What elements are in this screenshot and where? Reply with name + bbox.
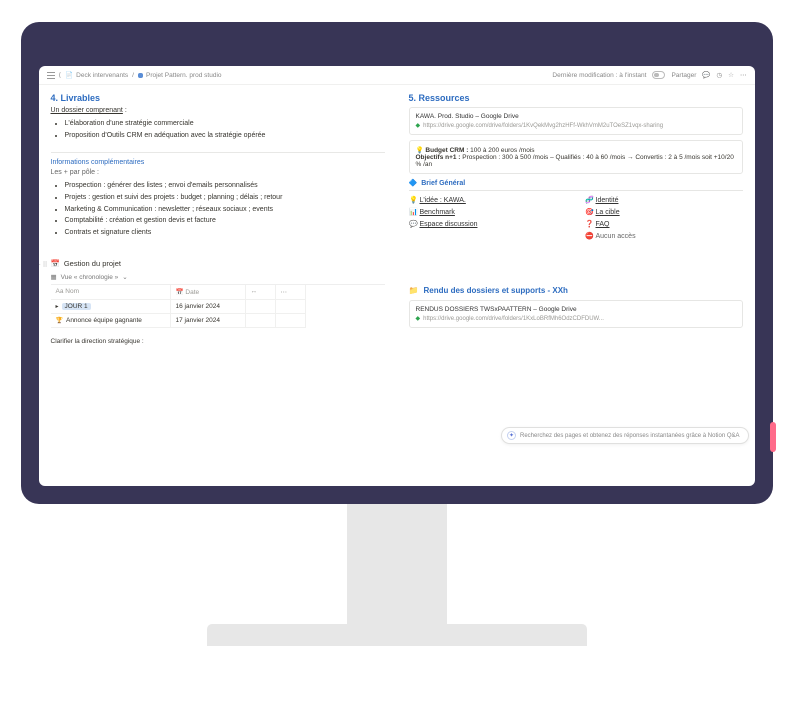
drive-card-2[interactable]: RENDUS DOSSIERS TWSxPAATTERN – Google Dr… bbox=[409, 300, 743, 328]
back-icon[interactable] bbox=[59, 71, 62, 79]
lightbulb-icon: 💡 bbox=[416, 147, 424, 154]
comment-icon[interactable]: 💬 bbox=[702, 71, 710, 79]
brief-links: 💡L'idée : KAWA. 🧬Identité 📊Benchmark 🎯La… bbox=[409, 196, 743, 240]
list-item: Prospection : générer des listes ; envoi… bbox=[65, 180, 385, 192]
drive-icon: ◆ bbox=[416, 316, 421, 322]
budget-card: 💡 Budget CRM : 100 à 200 euros /mois Obj… bbox=[409, 140, 743, 174]
breadcrumb-1[interactable]: 📄Deck intervenants bbox=[65, 71, 128, 79]
list-item: Proposition d'Outils CRM en adéquation a… bbox=[65, 130, 385, 142]
ressources-heading: 5. Ressources bbox=[409, 93, 743, 103]
table-row[interactable]: ▸JOUR 1 16 janvier 2024 bbox=[51, 300, 385, 314]
share-button[interactable]: Partager bbox=[671, 72, 696, 79]
list-item: Contrats et signature clients bbox=[65, 227, 385, 239]
diamond-icon: 🔷 bbox=[409, 179, 418, 187]
drive-icon: ◆ bbox=[416, 123, 421, 129]
sparkle-icon: ✦ bbox=[507, 431, 516, 440]
expand-icon[interactable]: ▸ bbox=[56, 303, 59, 310]
col-more[interactable]: ⋯ bbox=[276, 285, 306, 300]
col-extra[interactable]: ↔ bbox=[246, 285, 276, 300]
link-faq[interactable]: ❓FAQ bbox=[585, 220, 743, 228]
list-item: Marketing & Communication : newsletter ;… bbox=[65, 204, 385, 216]
dossier-line: Un dossier comprenant : bbox=[51, 107, 385, 114]
project-table: Aa Nom 📅 Date ↔ ⋯ ▸JOUR 1 16 janvier 202… bbox=[51, 284, 385, 328]
toggle[interactable] bbox=[652, 71, 665, 79]
link-benchmark[interactable]: 📊Benchmark bbox=[409, 208, 567, 216]
link-discussion[interactable]: 💬Espace discussion bbox=[409, 220, 567, 228]
no-access: ⛔Aucun accès bbox=[585, 232, 743, 240]
drive-card-1[interactable]: KAWA. Prod. Studio – Google Drive ◆https… bbox=[409, 107, 743, 135]
project-page-title[interactable]: 📅 Gestion du projet bbox=[51, 259, 385, 268]
more-icon[interactable]: ⋯ bbox=[740, 71, 747, 79]
plus-label: Les + par pôle : bbox=[51, 169, 385, 176]
chevron-down-icon[interactable]: ⌄ bbox=[122, 273, 127, 281]
drag-handle[interactable]: + ⠿ bbox=[39, 261, 48, 269]
link-idee[interactable]: 💡L'idée : KAWA. bbox=[409, 196, 567, 204]
menu-icon[interactable] bbox=[47, 72, 55, 79]
list-item: L'élaboration d'une stratégie commercial… bbox=[65, 118, 385, 130]
clock-icon[interactable]: ◷ bbox=[717, 71, 723, 79]
col-date[interactable]: 📅 Date bbox=[171, 285, 246, 300]
livrables-list: L'élaboration d'une stratégie commercial… bbox=[51, 118, 385, 142]
link-cible[interactable]: 🎯La cible bbox=[585, 208, 743, 216]
table-row[interactable]: 🏆Annonce équipe gagnante 17 janvier 2024 bbox=[51, 314, 385, 328]
link-identite[interactable]: 🧬Identité bbox=[585, 196, 743, 204]
trophy-icon: 🏆 bbox=[56, 317, 63, 324]
col-name[interactable]: Aa Nom bbox=[51, 285, 171, 300]
calendar-icon: 📅 bbox=[51, 259, 60, 268]
folder-icon: 📁 bbox=[409, 286, 419, 295]
info-list: Prospection : générer des listes ; envoi… bbox=[51, 180, 385, 239]
clarify-text: Clarifier la direction stratégique : bbox=[51, 338, 385, 345]
livrables-heading: 4. Livrables bbox=[51, 93, 385, 103]
breadcrumb-2[interactable]: Projet Pattern. prod studio bbox=[138, 72, 222, 79]
list-item: Comptabilité : création et gestion devis… bbox=[65, 215, 385, 227]
notion-qa-pill[interactable]: ✦ Recherchez des pages et obtenez des ré… bbox=[501, 427, 748, 444]
view-name[interactable]: Vue « chronologie » bbox=[61, 274, 119, 281]
info-heading: Informations complémentaires bbox=[51, 159, 385, 166]
brief-heading[interactable]: 🔷 Brief Général bbox=[409, 179, 743, 191]
star-icon[interactable]: ☆ bbox=[728, 71, 734, 79]
last-modified: Dernière modification : à l'instant bbox=[552, 72, 646, 79]
list-item: Projets : gestion et suivi des projets :… bbox=[65, 192, 385, 204]
topbar: 📄Deck intervenants / Projet Pattern. pro… bbox=[39, 66, 755, 85]
rendu-heading[interactable]: 📁 Rendu des dossiers et supports - XXh bbox=[409, 286, 743, 295]
table-icon: ▦ bbox=[51, 273, 57, 281]
